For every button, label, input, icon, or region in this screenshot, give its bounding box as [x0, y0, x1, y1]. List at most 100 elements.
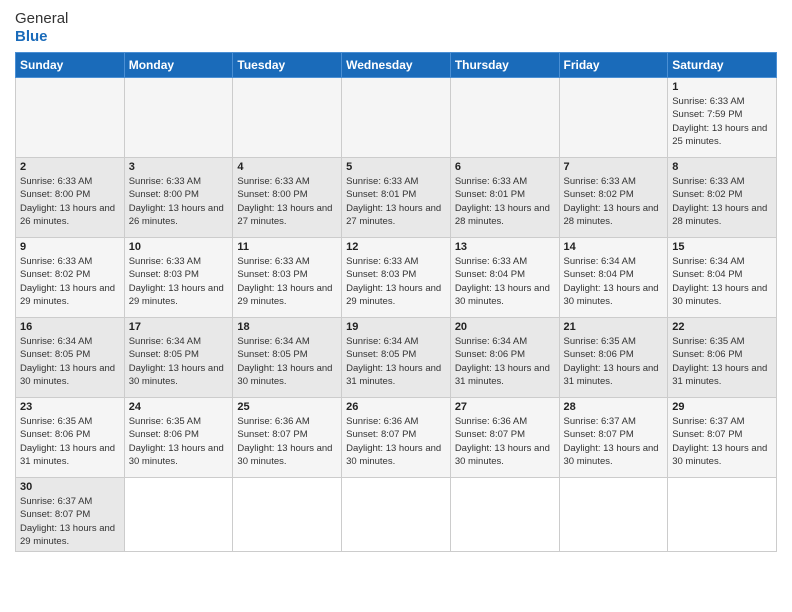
- day-info: Sunrise: 6:34 AM Sunset: 8:05 PM Dayligh…: [129, 335, 229, 388]
- calendar-cell: 15 Sunrise: 6:34 AM Sunset: 8:04 PM Dayli…: [668, 238, 777, 318]
- calendar-cell: 26 Sunrise: 6:36 AM Sunset: 8:07 PM Dayli…: [342, 398, 451, 478]
- week-row-1: 1 Sunrise: 6:33 AM Sunset: 7:59 PM Daylig…: [16, 78, 777, 158]
- day-info: Sunrise: 6:35 AM Sunset: 8:06 PM Dayligh…: [20, 415, 120, 468]
- day-number: 5: [346, 161, 446, 173]
- calendar-cell: 5 Sunrise: 6:33 AM Sunset: 8:01 PM Daylig…: [342, 158, 451, 238]
- day-number: 2: [20, 161, 120, 173]
- day-number: 30: [20, 481, 120, 493]
- day-number: 7: [564, 161, 664, 173]
- day-info: Sunrise: 6:34 AM Sunset: 8:04 PM Dayligh…: [564, 255, 664, 308]
- calendar-cell: 17 Sunrise: 6:34 AM Sunset: 8:05 PM Dayli…: [124, 318, 233, 398]
- calendar-cell: 25 Sunrise: 6:36 AM Sunset: 8:07 PM Dayli…: [233, 398, 342, 478]
- header-wednesday: Wednesday: [342, 53, 451, 78]
- day-number: 14: [564, 241, 664, 253]
- day-number: 15: [672, 241, 772, 253]
- day-info: Sunrise: 6:37 AM Sunset: 8:07 PM Dayligh…: [564, 415, 664, 468]
- day-number: 24: [129, 401, 229, 413]
- header-friday: Friday: [559, 53, 668, 78]
- day-info: Sunrise: 6:33 AM Sunset: 8:02 PM Dayligh…: [672, 175, 772, 228]
- calendar-cell: 19 Sunrise: 6:34 AM Sunset: 8:05 PM Dayli…: [342, 318, 451, 398]
- calendar-cell: 14 Sunrise: 6:34 AM Sunset: 8:04 PM Dayli…: [559, 238, 668, 318]
- calendar-cell: 22 Sunrise: 6:35 AM Sunset: 8:06 PM Dayli…: [668, 318, 777, 398]
- calendar-cell: 27Sunrise: 6:36 AM Sunset: 8:07 PM Dayli…: [450, 398, 559, 478]
- calendar-cell: [342, 78, 451, 158]
- day-info: Sunrise: 6:33 AM Sunset: 8:00 PM Dayligh…: [20, 175, 120, 228]
- calendar-cell: [450, 478, 559, 552]
- day-number: 1: [672, 81, 772, 93]
- day-info: Sunrise: 6:36 AM Sunset: 8:07 PM Dayligh…: [237, 415, 337, 468]
- day-info: Sunrise: 6:34 AM Sunset: 8:04 PM Dayligh…: [672, 255, 772, 308]
- calendar-cell: 9 Sunrise: 6:33 AM Sunset: 8:02 PM Daylig…: [16, 238, 125, 318]
- day-info: Sunrise: 6:37 AM Sunset: 8:07 PM Dayligh…: [672, 415, 772, 468]
- page-header: General Blue: [15, 10, 777, 46]
- day-number: 21: [564, 321, 664, 333]
- calendar-cell: [559, 478, 668, 552]
- day-info: Sunrise: 6:33 AM Sunset: 8:03 PM Dayligh…: [237, 255, 337, 308]
- week-row-3: 9 Sunrise: 6:33 AM Sunset: 8:02 PM Daylig…: [16, 238, 777, 318]
- day-info: Sunrise: 6:34 AM Sunset: 8:05 PM Dayligh…: [346, 335, 446, 388]
- calendar-cell: [559, 78, 668, 158]
- calendar-cell: 7 Sunrise: 6:33 AM Sunset: 8:02 PM Daylig…: [559, 158, 668, 238]
- day-number: 29: [672, 401, 772, 413]
- calendar-cell: [233, 478, 342, 552]
- day-number: 19: [346, 321, 446, 333]
- day-info: Sunrise: 6:33 AM Sunset: 8:04 PM Dayligh…: [455, 255, 555, 308]
- calendar-cell: 18 Sunrise: 6:34 AM Sunset: 8:05 PM Dayli…: [233, 318, 342, 398]
- day-info: Sunrise: 6:33 AM Sunset: 8:00 PM Dayligh…: [237, 175, 337, 228]
- day-info: Sunrise: 6:35 AM Sunset: 8:06 PM Dayligh…: [672, 335, 772, 388]
- calendar-cell: 1 Sunrise: 6:33 AM Sunset: 7:59 PM Daylig…: [668, 78, 777, 158]
- day-info: Sunrise: 6:33 AM Sunset: 8:03 PM Dayligh…: [346, 255, 446, 308]
- calendar-cell: 13 Sunrise: 6:33 AM Sunset: 8:04 PM Dayli…: [450, 238, 559, 318]
- day-number: 13: [455, 241, 555, 253]
- day-number: 22: [672, 321, 772, 333]
- day-info: Sunrise: 6:33 AM Sunset: 8:02 PM Dayligh…: [564, 175, 664, 228]
- day-info: Sunrise: 6:33 AM Sunset: 7:59 PM Dayligh…: [672, 95, 772, 148]
- calendar-cell: 4Sunrise: 6:33 AM Sunset: 8:00 PM Daylig…: [233, 158, 342, 238]
- day-number: 9: [20, 241, 120, 253]
- day-number: 26: [346, 401, 446, 413]
- header-monday: Monday: [124, 53, 233, 78]
- day-info: Sunrise: 6:36 AM Sunset: 8:07 PM Dayligh…: [455, 415, 555, 468]
- day-info: Sunrise: 6:33 AM Sunset: 8:02 PM Dayligh…: [20, 255, 120, 308]
- day-info: Sunrise: 6:36 AM Sunset: 8:07 PM Dayligh…: [346, 415, 446, 468]
- week-row-4: 16Sunrise: 6:34 AM Sunset: 8:05 PM Dayli…: [16, 318, 777, 398]
- day-number: 18: [237, 321, 337, 333]
- header-row: SundayMondayTuesdayWednesdayThursdayFrid…: [16, 53, 777, 78]
- calendar-cell: 2 Sunrise: 6:33 AM Sunset: 8:00 PM Daylig…: [16, 158, 125, 238]
- day-number: 6: [455, 161, 555, 173]
- header-saturday: Saturday: [668, 53, 777, 78]
- calendar-table: SundayMondayTuesdayWednesdayThursdayFrid…: [15, 52, 777, 552]
- day-info: Sunrise: 6:35 AM Sunset: 8:06 PM Dayligh…: [129, 415, 229, 468]
- day-number: 28: [564, 401, 664, 413]
- logo-blue: Blue: [15, 28, 68, 46]
- calendar-cell: 8 Sunrise: 6:33 AM Sunset: 8:02 PM Daylig…: [668, 158, 777, 238]
- header-thursday: Thursday: [450, 53, 559, 78]
- calendar-cell: 28 Sunrise: 6:37 AM Sunset: 8:07 PM Dayli…: [559, 398, 668, 478]
- day-number: 10: [129, 241, 229, 253]
- day-number: 8: [672, 161, 772, 173]
- day-info: Sunrise: 6:34 AM Sunset: 8:06 PM Dayligh…: [455, 335, 555, 388]
- day-number: 17: [129, 321, 229, 333]
- calendar-cell: 12 Sunrise: 6:33 AM Sunset: 8:03 PM Dayli…: [342, 238, 451, 318]
- calendar-cell: 30 Sunrise: 6:37 AM Sunset: 8:07 PM Dayli…: [16, 478, 125, 552]
- day-info: Sunrise: 6:34 AM Sunset: 8:05 PM Dayligh…: [20, 335, 120, 388]
- day-number: 25: [237, 401, 337, 413]
- day-info: Sunrise: 6:33 AM Sunset: 8:01 PM Dayligh…: [346, 175, 446, 228]
- header-tuesday: Tuesday: [233, 53, 342, 78]
- day-info: Sunrise: 6:33 AM Sunset: 8:03 PM Dayligh…: [129, 255, 229, 308]
- day-info: Sunrise: 6:33 AM Sunset: 8:01 PM Dayligh…: [455, 175, 555, 228]
- day-info: Sunrise: 6:35 AM Sunset: 8:06 PM Dayligh…: [564, 335, 664, 388]
- calendar-cell: [668, 478, 777, 552]
- calendar-cell: 3Sunrise: 6:33 AM Sunset: 8:00 PM Daylig…: [124, 158, 233, 238]
- day-number: 11: [237, 241, 337, 253]
- calendar-cell: 20Sunrise: 6:34 AM Sunset: 8:06 PM Dayli…: [450, 318, 559, 398]
- day-number: 12: [346, 241, 446, 253]
- day-info: Sunrise: 6:34 AM Sunset: 8:05 PM Dayligh…: [237, 335, 337, 388]
- day-info: Sunrise: 6:37 AM Sunset: 8:07 PM Dayligh…: [20, 495, 120, 548]
- calendar-cell: 10 Sunrise: 6:33 AM Sunset: 8:03 PM Dayli…: [124, 238, 233, 318]
- week-row-6: 30 Sunrise: 6:37 AM Sunset: 8:07 PM Dayli…: [16, 478, 777, 552]
- logo-general: General: [15, 10, 68, 28]
- day-info: Sunrise: 6:33 AM Sunset: 8:00 PM Dayligh…: [129, 175, 229, 228]
- calendar-cell: [16, 78, 125, 158]
- calendar-cell: 11 Sunrise: 6:33 AM Sunset: 8:03 PM Dayli…: [233, 238, 342, 318]
